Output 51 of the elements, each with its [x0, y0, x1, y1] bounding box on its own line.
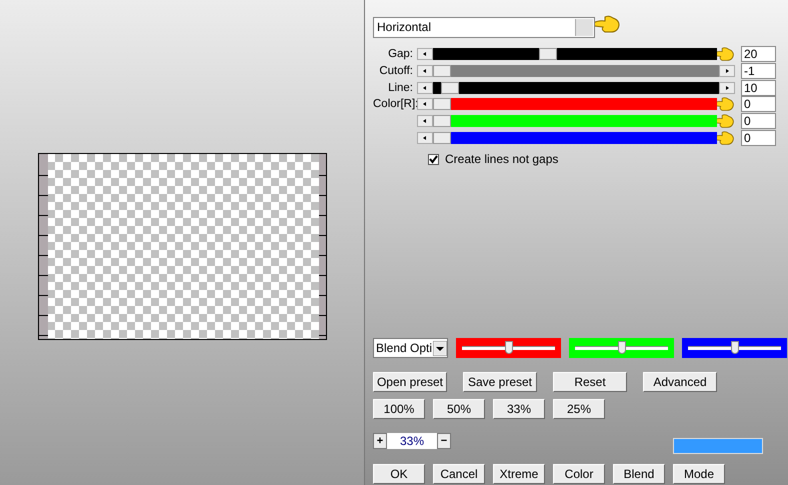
- slider[interactable]: [417, 65, 735, 78]
- value-field[interactable]: 20: [741, 46, 776, 62]
- dialog-button[interactable]: Blend: [613, 464, 665, 484]
- slider[interactable]: [417, 98, 717, 110]
- slider-thumb[interactable]: [730, 341, 738, 354]
- zoom-button[interactable]: 50%: [433, 399, 485, 420]
- slider[interactable]: [417, 115, 717, 128]
- slider-thumb[interactable]: [539, 48, 558, 60]
- dropdown-value: Horizontal: [377, 20, 432, 34]
- zoom-button[interactable]: 100%: [373, 399, 425, 420]
- zoom-out-button[interactable]: −: [437, 433, 451, 450]
- zoom-button[interactable]: 33%: [493, 399, 545, 420]
- zoom-field[interactable]: 33%: [387, 433, 437, 450]
- slider[interactable]: [417, 48, 717, 60]
- dialog-button[interactable]: Cancel: [433, 464, 485, 484]
- slider-thumb[interactable]: [433, 65, 451, 78]
- color-slider[interactable]: [569, 338, 674, 358]
- style-dropdown[interactable]: Horizontal: [373, 16, 595, 38]
- slider-thumb[interactable]: [433, 115, 451, 128]
- blend-select[interactable]: Blend Opti: [373, 338, 448, 358]
- value-field[interactable]: -1: [741, 63, 776, 80]
- zoom-button[interactable]: 25%: [553, 399, 605, 420]
- slider-label: Gap:: [387, 48, 414, 60]
- dialog-button[interactable]: Mode: [673, 464, 725, 484]
- slider-thumb[interactable]: [441, 82, 460, 94]
- color-slider[interactable]: [682, 338, 787, 358]
- preset-button[interactable]: Save preset: [463, 372, 537, 392]
- color-swatch[interactable]: [673, 438, 763, 454]
- checkbox-label: Create lines not gaps: [445, 152, 558, 166]
- slider-label: Cutoff:: [378, 65, 414, 78]
- slider-thumb[interactable]: [433, 132, 451, 144]
- preset-button[interactable]: Open preset: [373, 372, 447, 392]
- slider[interactable]: [417, 82, 735, 94]
- color-slider[interactable]: [456, 338, 561, 358]
- checkbox[interactable]: [428, 154, 439, 165]
- zoom-in-button[interactable]: +: [373, 433, 387, 450]
- value-field[interactable]: 0: [741, 113, 776, 130]
- preset-button[interactable]: Reset: [553, 372, 627, 392]
- preset-button[interactable]: Advanced: [643, 372, 717, 392]
- slider-label: Line:: [387, 82, 414, 94]
- slider-label: Color[R]:: [373, 98, 417, 110]
- dialog-button[interactable]: OK: [373, 464, 425, 484]
- slider-thumb[interactable]: [433, 98, 451, 110]
- slider-thumb[interactable]: [504, 341, 512, 354]
- slider-thumb[interactable]: [618, 341, 626, 354]
- value-field[interactable]: 0: [741, 96, 776, 112]
- value-field[interactable]: 0: [741, 130, 776, 146]
- value-field[interactable]: 10: [741, 80, 776, 96]
- slider[interactable]: [417, 132, 717, 144]
- dialog-button[interactable]: Color: [553, 464, 605, 484]
- dialog-button[interactable]: Xtreme: [493, 464, 545, 484]
